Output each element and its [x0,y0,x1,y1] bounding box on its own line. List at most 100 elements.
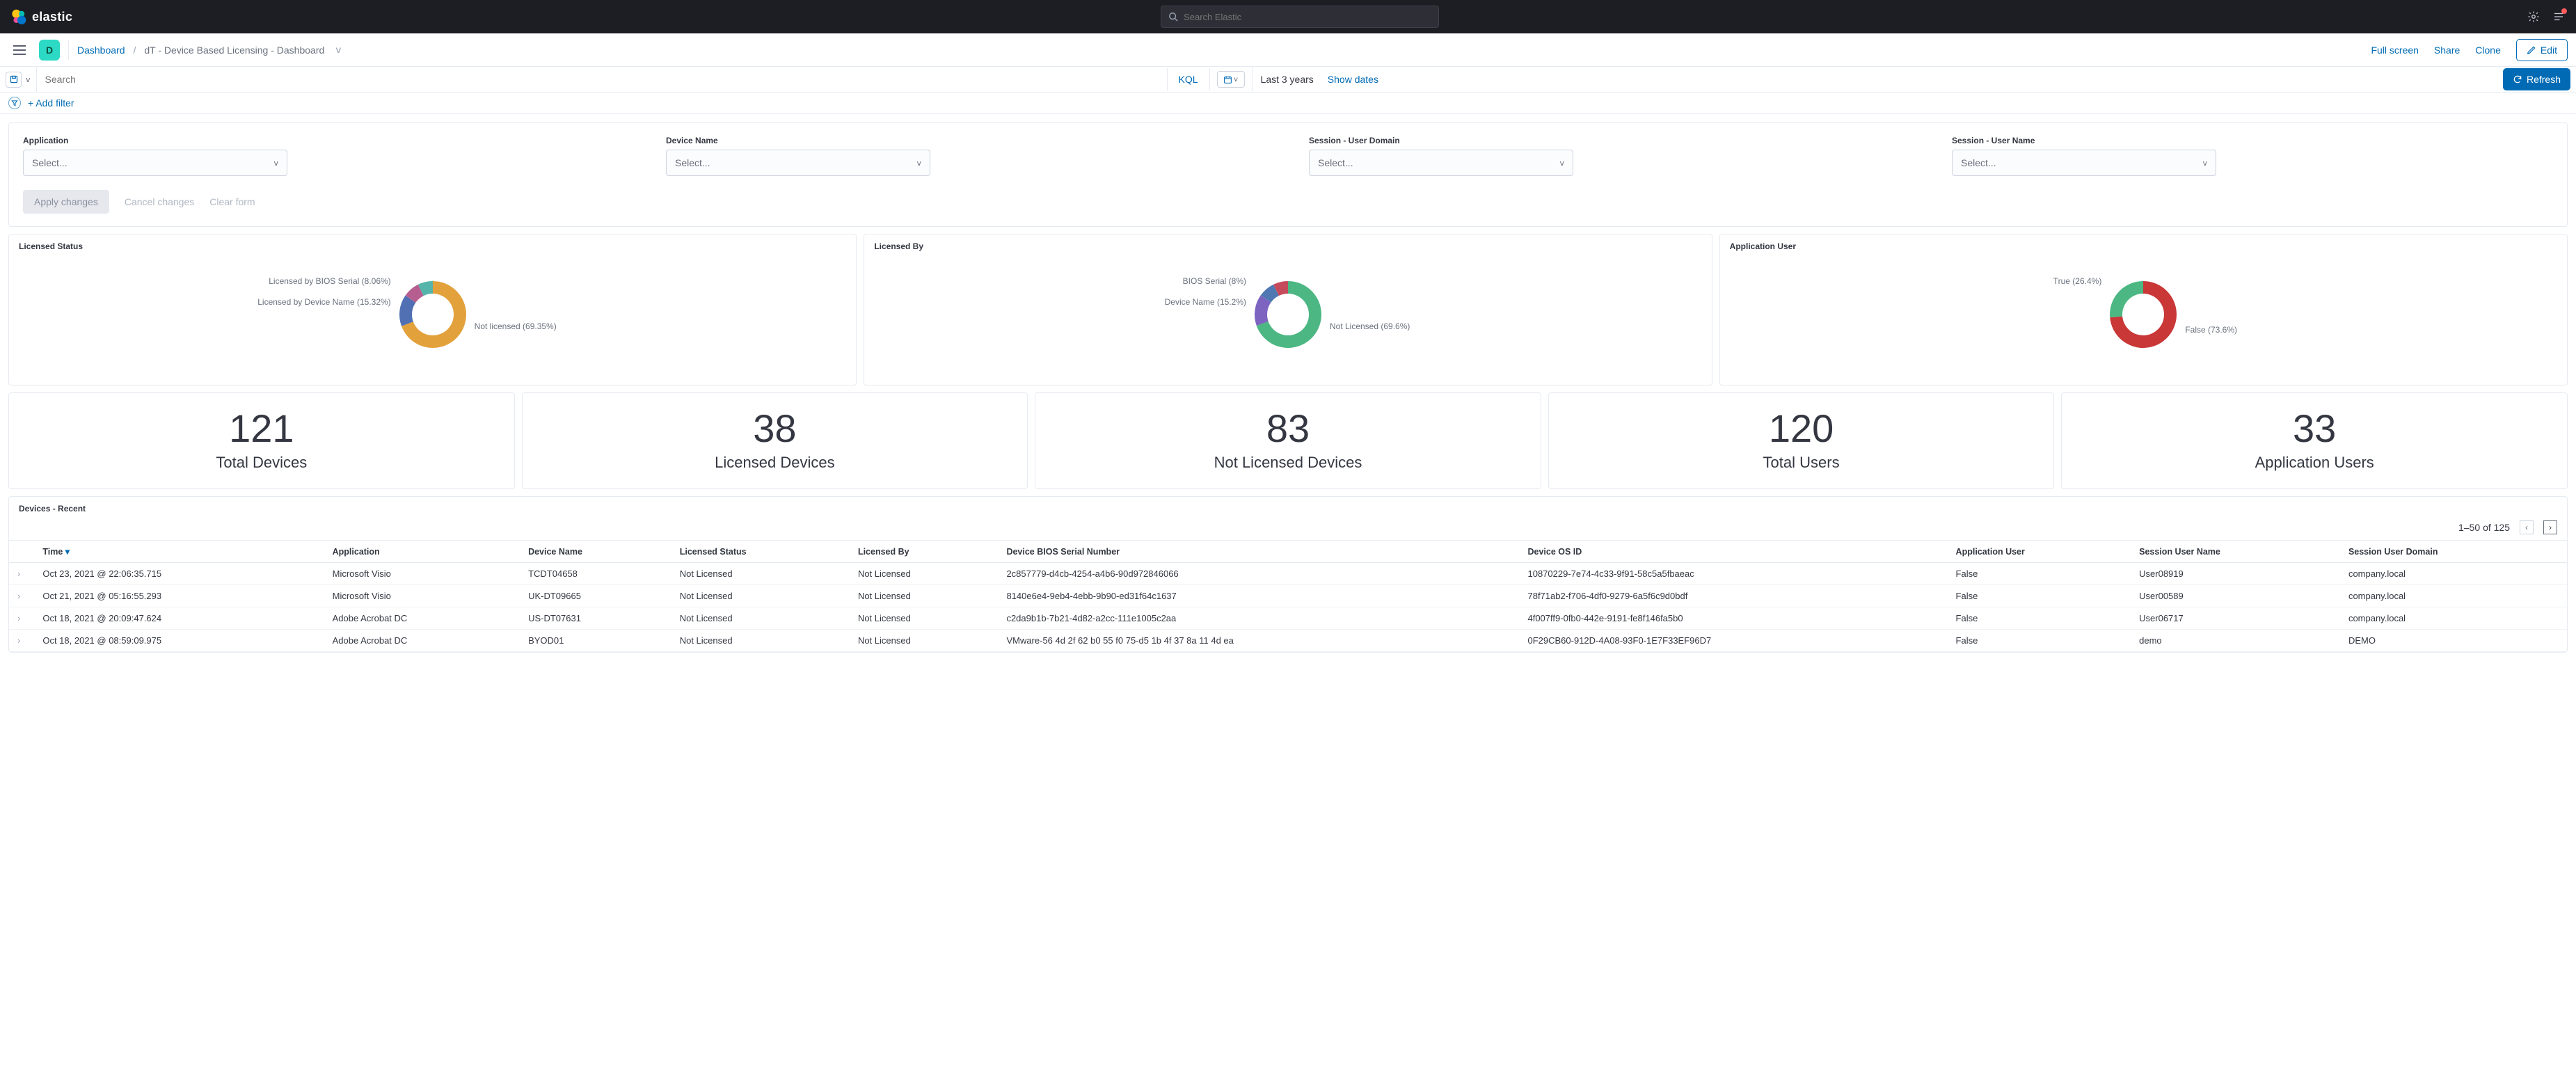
donut-chart[interactable]: Not Licensed (69.6%)Device Name (15.2%)B… [874,255,1701,374]
cell-application: Microsoft Visio [324,585,520,607]
pager-next[interactable]: › [2543,520,2557,534]
newsfeed-icon[interactable] [2552,10,2565,23]
cell-sessuser: demo [2131,630,2340,652]
cell-application: Microsoft Visio [324,563,520,585]
table-row: › Oct 23, 2021 @ 22:06:35.715 Microsoft … [9,563,2567,585]
expand-row-icon[interactable]: › [17,568,20,579]
cell-appuser: False [1948,585,2131,607]
cell-bios: 8140e6e4-9eb4-4ebb-9b90-ed31f64c1637 [998,585,1519,607]
global-header: elastic [0,0,2576,33]
donut-slice-label: False (73.6%) [2185,325,2237,335]
table-header[interactable]: Device OS ID [1519,541,1947,563]
table-header[interactable]: Device Name [520,541,671,563]
clear-form-button: Clear form [209,196,255,207]
metric-value: 33 [2069,406,2560,451]
table-header[interactable]: Time ▾ [34,541,324,563]
control-label-sessiondomain: Session - User Domain [1309,136,1910,145]
table-row: › Oct 18, 2021 @ 08:59:09.975 Adobe Acro… [9,630,2567,652]
donut-panel: Licensed By Not Licensed (69.6%)Device N… [864,234,1712,385]
metric-panel: 33 Application Users [2061,392,2568,489]
cell-sessdomain: DEMO [2340,630,2567,652]
expand-row-icon[interactable]: › [17,613,20,623]
table-header[interactable]: Application [324,541,520,563]
chevron-down-icon: ⅴ [273,159,278,168]
panel-title: Licensed By [874,241,1701,251]
saved-query-menu[interactable] [6,72,22,88]
chevron-down-icon: ⅴ [916,159,921,168]
query-input[interactable] [45,74,1159,85]
control-label-application: Application [23,136,624,145]
pager-text: 1–50 of 125 [2458,522,2510,533]
control-label-sessionuser: Session - User Name [1952,136,2553,145]
metric-panel: 121 Total Devices [8,392,515,489]
control-select-sessiondomain[interactable]: Select... ⅴ [1309,150,1573,176]
panel-title: Licensed Status [19,241,846,251]
table-header[interactable]: Session User Name [2131,541,2340,563]
cell-sessuser: User00589 [2131,585,2340,607]
global-search[interactable] [1161,6,1439,28]
nav-toggle[interactable] [8,39,31,61]
pencil-icon [2527,45,2536,55]
breadcrumb-root[interactable]: Dashboard [77,45,125,56]
donut-chart[interactable]: False (73.6%)True (26.4%) [1730,255,2557,374]
refresh-icon [2513,74,2522,84]
control-select-devicename[interactable]: Select... ⅴ [666,150,930,176]
panel-title: Application User [1730,241,2557,251]
donut-slice-label: Device Name (15.2%) [1165,297,1246,307]
sort-desc-icon: ▾ [65,547,70,557]
refresh-button[interactable]: Refresh [2503,68,2570,90]
devices-recent-panel: Devices - Recent 1–50 of 125 ‹ › Time ▾A… [8,496,2568,653]
add-filter-link[interactable]: + Add filter [28,97,74,109]
donut-panel: Application User False (73.6%)True (26.4… [1719,234,2568,385]
time-range-value[interactable]: Last 3 years [1261,74,1314,85]
gear-icon[interactable] [2527,10,2540,23]
edit-button[interactable]: Edit [2516,39,2568,61]
chevron-down-icon[interactable]: ⅴ [26,75,31,84]
space-selector[interactable]: D [39,40,60,61]
quick-select-menu[interactable]: ⅴ [1210,67,1253,92]
disk-icon [10,75,18,83]
cell-bios: VMware-56 4d 2f 62 b0 55 f0 75-d5 1b 4f … [998,630,1519,652]
query-language-switcher[interactable]: KQL [1167,68,1210,90]
cell-time: Oct 18, 2021 @ 20:09:47.624 [34,607,324,630]
donut-panel: Licensed Status Not licensed (69.35%)Lic… [8,234,857,385]
cell-devicename: UK-DT09665 [520,585,671,607]
cell-appuser: False [1948,607,2131,630]
clone-link[interactable]: Clone [2475,45,2501,56]
cell-appuser: False [1948,563,2131,585]
breadcrumb-separator: / [134,45,136,56]
table-header[interactable]: Session User Domain [2340,541,2567,563]
table-header[interactable]: Licensed Status [671,541,850,563]
cell-licensed-status: Not Licensed [671,630,850,652]
control-select-sessionuser[interactable]: Select... ⅴ [1952,150,2216,176]
app-header: D Dashboard / dT - Device Based Licensin… [0,33,2576,67]
table-header[interactable]: Application User [1948,541,2131,563]
fullscreen-link[interactable]: Full screen [2371,45,2418,56]
cell-bios: 2c857779-d4cb-4254-a4b6-90d972846066 [998,563,1519,585]
input-controls-panel: Application Select... ⅴ Device Name Sele… [8,122,2568,227]
metric-panel: 120 Total Users [1548,392,2055,489]
elastic-logo[interactable]: elastic [11,9,72,24]
cell-licensed-status: Not Licensed [671,607,850,630]
metric-value: 38 [530,406,1021,451]
chevron-down-icon: ⅴ [1559,159,1564,168]
table-header[interactable]: Device BIOS Serial Number [998,541,1519,563]
show-dates-link[interactable]: Show dates [1328,74,1378,85]
apply-changes-button: Apply changes [23,190,109,214]
control-label-devicename: Device Name [666,136,1267,145]
donut-slice-label: Licensed by Device Name (15.32%) [257,297,390,307]
expand-row-icon[interactable]: › [17,591,20,601]
donut-chart[interactable]: Not licensed (69.35%)Licensed by Device … [19,255,846,374]
breadcrumb-current: dT - Device Based Licensing - Dashboard [144,45,324,56]
panel-title: Devices - Recent [9,497,2567,518]
global-search-input[interactable] [1184,12,1431,22]
pager-prev[interactable]: ‹ [2520,520,2534,534]
table-header[interactable]: Licensed By [850,541,999,563]
donut-slice-label: BIOS Serial (8%) [1183,276,1246,286]
expand-row-icon[interactable]: › [17,635,20,646]
chevron-down-icon[interactable]: ⅴ [335,44,341,56]
cell-time: Oct 18, 2021 @ 08:59:09.975 [34,630,324,652]
share-link[interactable]: Share [2434,45,2460,56]
control-select-application[interactable]: Select... ⅴ [23,150,287,176]
filter-options-icon[interactable] [8,97,21,109]
